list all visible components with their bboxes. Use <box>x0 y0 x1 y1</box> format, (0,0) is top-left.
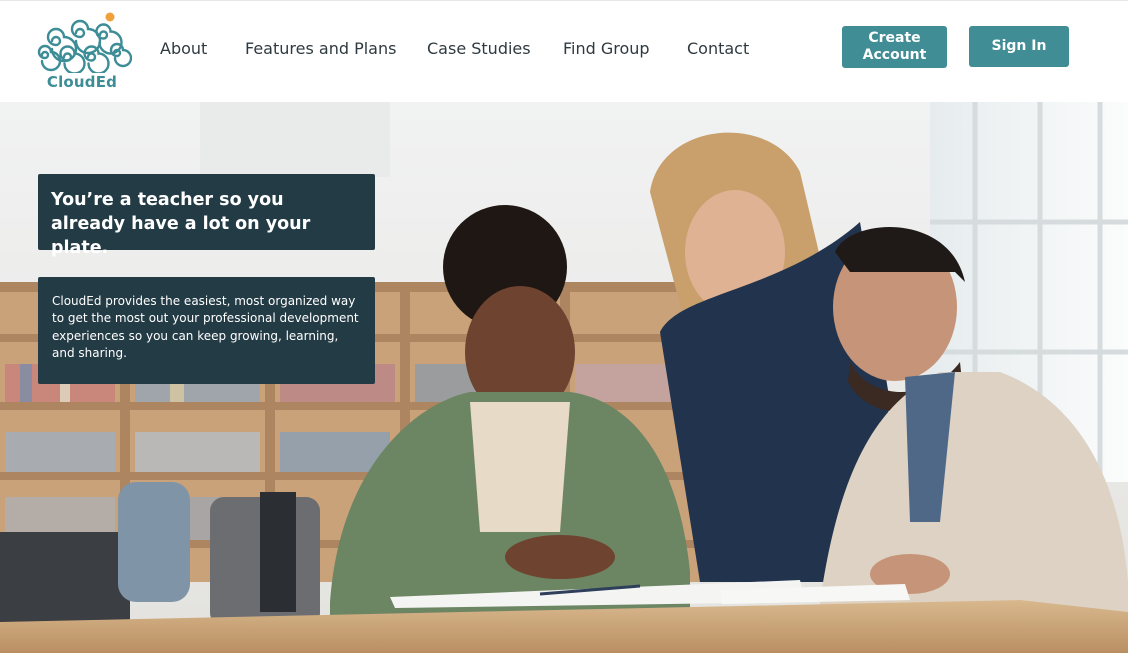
site-header: CloudEd About Features and Plans Case St… <box>0 0 1128 102</box>
nav-contact-link[interactable]: Contact <box>687 39 749 58</box>
hero-headline-box: You’re a teacher so you already have a l… <box>38 174 375 258</box>
brand-logo[interactable]: CloudEd <box>32 11 132 93</box>
create-account-button[interactable]: Create Account <box>842 26 947 68</box>
nav-features-plans-link[interactable]: Features and Plans <box>245 39 396 58</box>
hero-headline: You’re a teacher so you already have a l… <box>51 190 311 258</box>
spiral-cloud-logo-icon <box>37 12 132 73</box>
nav-about-link[interactable]: About <box>160 39 207 58</box>
brand-name: CloudEd <box>46 73 118 91</box>
hero-description: CloudEd provides the easiest, most organ… <box>52 294 359 360</box>
hero-section: You’re a teacher so you already have a l… <box>0 102 1128 653</box>
sign-in-button[interactable]: Sign In <box>969 26 1069 67</box>
nav-find-group-link[interactable]: Find Group <box>563 39 650 58</box>
nav-case-studies-link[interactable]: Case Studies <box>427 39 531 58</box>
hero-description-box: CloudEd provides the easiest, most organ… <box>38 277 375 384</box>
